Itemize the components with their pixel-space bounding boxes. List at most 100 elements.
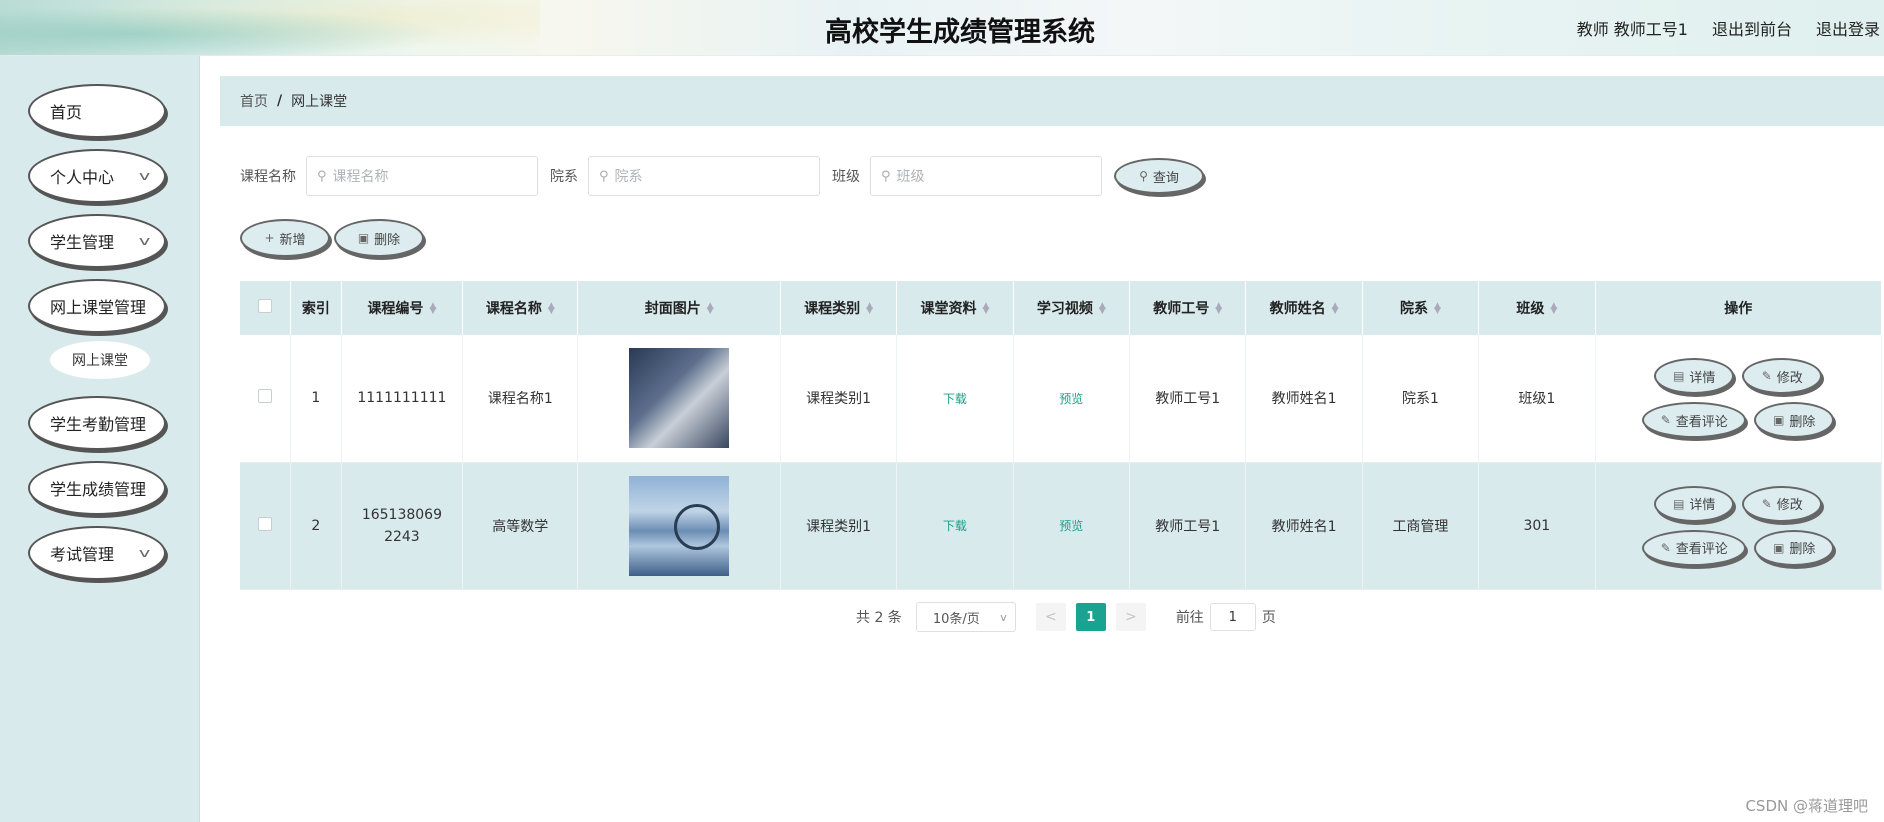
detail-button[interactable]: ▤ 详情 bbox=[1654, 358, 1735, 395]
chevron-down-icon: v bbox=[1000, 610, 1007, 624]
add-button[interactable]: + 新增 bbox=[240, 219, 330, 257]
sidebar-item-home[interactable]: 首页 bbox=[28, 84, 166, 138]
sidebar-item-label: 个人中心 bbox=[50, 168, 115, 187]
pencil-icon: ✎ bbox=[1660, 540, 1671, 555]
column-header-teacher-id[interactable]: 教师工号 ▲ ▼ bbox=[1129, 281, 1247, 335]
trash-icon: ▣ bbox=[1773, 540, 1785, 555]
column-header-class-material[interactable]: 课堂资料 ▲ ▼ bbox=[896, 281, 1014, 335]
sidebar-item-student-management[interactable]: 学生管理 v bbox=[28, 214, 166, 268]
select-all-checkbox[interactable] bbox=[258, 299, 273, 313]
search-icon: ⚲ bbox=[881, 168, 891, 184]
sort-icon[interactable]: ▲ ▼ bbox=[429, 302, 436, 316]
sidebar-item-label: 网上课堂管理 bbox=[50, 298, 147, 317]
chevron-down-icon: v bbox=[138, 169, 151, 183]
prev-page-button[interactable]: < bbox=[1035, 603, 1066, 631]
page-number-current[interactable]: 1 bbox=[1075, 603, 1106, 631]
sidebar-item-personal-center[interactable]: 个人中心 v bbox=[28, 149, 166, 203]
cell-department: 院系1 bbox=[1362, 335, 1480, 463]
course-name-input[interactable]: ⚲ 课程名称 bbox=[306, 156, 538, 196]
course-name-placeholder: 课程名称 bbox=[332, 169, 389, 185]
cover-image[interactable] bbox=[629, 475, 730, 576]
column-header-course-code[interactable]: 课程编号 ▲ ▼ bbox=[341, 281, 464, 335]
next-page-button[interactable]: > bbox=[1115, 603, 1146, 631]
column-header-teacher-name[interactable]: 教师姓名 ▲ ▼ bbox=[1245, 281, 1363, 335]
batch-delete-button[interactable]: ▣ 删除 bbox=[334, 219, 424, 257]
edit-button[interactable]: ✎ 修改 bbox=[1742, 358, 1823, 395]
sidebar-item-label: 学生成绩管理 bbox=[50, 480, 147, 499]
class-input[interactable]: ⚲ 班级 bbox=[870, 156, 1102, 196]
trash-icon: ▣ bbox=[1773, 413, 1785, 428]
sidebar-item-score-management[interactable]: 学生成绩管理 bbox=[28, 461, 166, 515]
sidebar-subitem-online-class[interactable]: 网上课堂 bbox=[50, 341, 150, 379]
column-header-course-name[interactable]: 课程名称 ▲ ▼ bbox=[462, 281, 579, 335]
download-link[interactable]: 下载 bbox=[943, 392, 967, 406]
chevron-right-icon: > bbox=[1124, 609, 1137, 625]
page-size-select[interactable]: 10条/页 v bbox=[915, 602, 1016, 632]
search-bar: 课程名称 ⚲ 课程名称 院系 ⚲ 院系 班级 ⚲ 班级 ⚲ 查询 bbox=[240, 156, 1204, 196]
cover-image[interactable] bbox=[629, 348, 730, 449]
column-header-course-category[interactable]: 课程类别 ▲ ▼ bbox=[780, 281, 898, 335]
add-button-label: 新增 bbox=[279, 232, 306, 248]
sidebar-item-attendance-management[interactable]: 学生考勤管理 bbox=[28, 396, 166, 450]
query-button[interactable]: ⚲ 查询 bbox=[1114, 158, 1204, 194]
pencil-icon: ✎ bbox=[1761, 496, 1772, 511]
cell-course-code: 1111111111 bbox=[341, 335, 464, 463]
delete-row-button[interactable]: ▣ 删除 bbox=[1754, 529, 1835, 566]
download-link[interactable]: 下载 bbox=[943, 519, 967, 533]
sort-icon[interactable]: ▲ ▼ bbox=[866, 302, 873, 316]
exit-to-front-link[interactable]: 退出到前台 bbox=[1712, 16, 1792, 40]
goto-page-input[interactable]: 1 bbox=[1209, 603, 1256, 631]
cell-department: 工商管理 bbox=[1362, 462, 1480, 590]
sort-icon[interactable]: ▲ ▼ bbox=[1332, 302, 1339, 316]
column-header-department[interactable]: 院系 ▲ ▼ bbox=[1362, 281, 1480, 335]
select-all-cell bbox=[240, 281, 292, 335]
sort-icon[interactable]: ▲ ▼ bbox=[1099, 302, 1106, 316]
preview-link[interactable]: 预览 bbox=[1059, 519, 1083, 533]
class-placeholder: 班级 bbox=[896, 169, 925, 185]
watermark: CSDN @蒋道理吧 bbox=[1745, 797, 1868, 815]
detail-button[interactable]: ▤ 详情 bbox=[1654, 485, 1735, 522]
sidebar-item-exam-management[interactable]: 考试管理 v bbox=[28, 526, 166, 580]
cell-teacher-id: 教师工号1 bbox=[1129, 462, 1247, 590]
chevron-left-icon: < bbox=[1044, 609, 1057, 625]
column-header-class[interactable]: 班级 ▲ ▼ bbox=[1478, 281, 1596, 335]
cell-teacher-name: 教师姓名1 bbox=[1245, 462, 1363, 590]
logout-link[interactable]: 退出登录 bbox=[1816, 16, 1880, 40]
goto-label: 前往 bbox=[1175, 610, 1204, 626]
class-label: 班级 bbox=[832, 169, 860, 185]
sort-icon[interactable]: ▲ ▼ bbox=[548, 302, 555, 316]
view-comments-button[interactable]: ✎ 查看评论 bbox=[1642, 529, 1747, 566]
current-user: 教师 教师工号1 bbox=[1576, 20, 1688, 39]
sort-icon[interactable]: ▲ ▼ bbox=[707, 302, 714, 316]
column-header-index: 索引 bbox=[290, 281, 342, 335]
column-header-study-video[interactable]: 学习视频 ▲ ▼ bbox=[1013, 281, 1131, 335]
cell-teacher-name: 教师姓名1 bbox=[1245, 335, 1363, 463]
cell-index: 1 bbox=[290, 335, 342, 463]
view-comments-button[interactable]: ✎ 查看评论 bbox=[1642, 402, 1747, 439]
trash-icon: ▣ bbox=[357, 231, 370, 245]
search-icon: ⚲ bbox=[1139, 169, 1148, 183]
cell-class: 301 bbox=[1478, 462, 1596, 590]
sort-icon[interactable]: ▲ ▼ bbox=[1215, 302, 1222, 316]
cell-course-code: 1651380692243 bbox=[341, 462, 464, 590]
edit-button[interactable]: ✎ 修改 bbox=[1742, 485, 1823, 522]
query-button-label: 查询 bbox=[1152, 170, 1179, 186]
preview-link[interactable]: 预览 bbox=[1059, 392, 1083, 406]
row-checkbox[interactable] bbox=[258, 389, 273, 404]
sidebar-item-label: 首页 bbox=[50, 103, 83, 122]
sort-icon[interactable]: ▲ ▼ bbox=[1550, 302, 1557, 316]
total-count: 共 2 条 bbox=[856, 610, 902, 626]
row-checkbox[interactable] bbox=[258, 516, 273, 531]
header-user-area: 教师 教师工号1 退出到前台 退出登录 bbox=[1577, 16, 1880, 40]
sidebar-item-online-class-management[interactable]: 网上课堂管理 bbox=[28, 279, 166, 333]
sort-icon[interactable]: ▲ ▼ bbox=[982, 302, 989, 316]
department-input[interactable]: ⚲ 院系 bbox=[588, 156, 820, 196]
column-header-cover-image[interactable]: 封面图片 ▲ ▼ bbox=[577, 281, 781, 335]
delete-button-label: 删除 bbox=[374, 232, 401, 248]
sort-icon[interactable]: ▲ ▼ bbox=[1434, 302, 1441, 316]
column-header-operations: 操作 bbox=[1595, 281, 1882, 335]
delete-row-button[interactable]: ▣ 删除 bbox=[1754, 402, 1835, 439]
plus-icon: + bbox=[264, 231, 275, 245]
table-header-row: 索引 课程编号 ▲ ▼ 课程名称 ▲ ▼ 封面图片 ▲ ▼ 课程类别 ▲ ▼ 课堂资料 ▲ ▼ 学习… bbox=[240, 281, 1882, 335]
breadcrumb-home[interactable]: 首页 bbox=[240, 91, 268, 111]
